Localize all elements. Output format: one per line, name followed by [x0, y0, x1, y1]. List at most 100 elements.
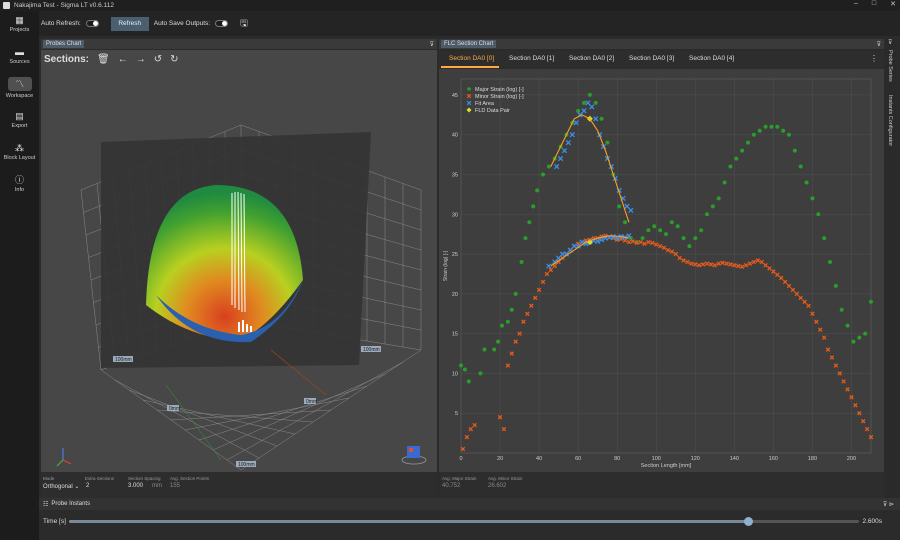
- maximize-button[interactable]: □: [872, 0, 876, 8]
- probes-3d-scene: 100mm 100mm 0mm 0mm 100mm: [56, 124, 427, 471]
- x-tick-label: 180: [808, 456, 817, 462]
- auto-refresh-toggle[interactable]: [85, 20, 99, 27]
- major-strain-point: [734, 156, 739, 161]
- major-strain-point: [541, 172, 545, 177]
- panel-menu-icon[interactable]: ⊽: [877, 41, 881, 48]
- major-strain-point: [716, 196, 721, 201]
- folder-icon: ▬: [15, 47, 24, 57]
- tab-probe-series[interactable]: Probe Series: [887, 50, 893, 82]
- block-layout-icon: ⁂: [15, 143, 24, 153]
- projects-icon: ▦: [15, 15, 24, 25]
- nav-sources[interactable]: ▬ Sources: [0, 47, 39, 65]
- plot-area: [460, 78, 872, 454]
- major-strain-point: [492, 347, 497, 352]
- major-strain-point: [466, 379, 471, 384]
- title-bar: Nakajima Test - Sigma LT v0.6.112 – □ ✕: [0, 0, 900, 11]
- flc-chart-svg: 0 20 40 60 80 100 120 140 160 180 200 5 10 15 20 25 30 35…: [443, 78, 874, 469]
- info-icon: ⓘ: [14, 175, 24, 185]
- major-strain-point: [459, 363, 463, 368]
- x-tick-label: 120: [691, 456, 700, 462]
- auto-save-toggle[interactable]: [215, 20, 229, 27]
- x-tick-label: 20: [497, 456, 503, 462]
- major-strain-point: [593, 100, 598, 105]
- major-strain-point: [652, 224, 657, 229]
- flc-chart[interactable]: 0 20 40 60 80 100 120 140 160 180 200 5 10 15 20 25 30 35…: [439, 69, 884, 472]
- tab-section-1[interactable]: Section DA0 [1]: [509, 55, 554, 62]
- refresh-button[interactable]: Refresh: [110, 16, 149, 31]
- legend-label: Major Strain (log) [-]: [475, 87, 524, 93]
- axis-tag-c: 0mm: [169, 406, 180, 412]
- major-strain-point: [505, 319, 510, 324]
- time-slider[interactable]: [69, 517, 859, 526]
- major-strain-point: [705, 212, 709, 217]
- probes-panel-title: Probes Chart: [43, 40, 85, 48]
- save-settings-icon[interactable]: 🖫: [240, 16, 248, 32]
- major-strain-point: [763, 124, 768, 129]
- major-strain-point: [519, 260, 524, 265]
- major-strain-point: [576, 108, 581, 113]
- major-strain-point: [810, 196, 815, 201]
- major-strain-point: [740, 148, 745, 153]
- mode-value: Orthogonal: [43, 484, 73, 490]
- tab-section-4[interactable]: Section DA0 [4]: [689, 55, 734, 62]
- section-spacing-input[interactable]: 3.000: [128, 483, 143, 489]
- nav-block-layout[interactable]: ⁂ Block Layout: [0, 143, 39, 161]
- major-strain-point: [681, 236, 686, 241]
- major-strain-point: [617, 204, 622, 209]
- nav-workspace[interactable]: 〽 Workspace: [0, 77, 39, 99]
- y-tick-label: 35: [452, 172, 458, 178]
- axis-tag-a: 100mm: [115, 357, 132, 363]
- nav-label: Workspace: [5, 93, 34, 99]
- time-slider-handle[interactable]: [744, 517, 754, 526]
- avg-major-value: 40.752: [442, 483, 461, 489]
- pin-icon[interactable]: ⊽: [888, 39, 892, 46]
- major-strain-point: [851, 339, 856, 344]
- tab-section-0[interactable]: Section DA0 [0]: [449, 55, 494, 62]
- tab-section-3[interactable]: Section DA0 [3]: [629, 55, 674, 62]
- nav-info[interactable]: ⓘ Info: [0, 175, 39, 193]
- y-tick-label: 15: [452, 332, 458, 338]
- avg-points-value: 155: [170, 483, 181, 489]
- view-cube-icon[interactable]: [401, 446, 427, 465]
- nav-label: Info: [14, 187, 25, 193]
- minimize-button[interactable]: –: [854, 0, 858, 8]
- major-strain-point: [587, 92, 592, 97]
- nav-label: Block Layout: [3, 155, 36, 161]
- nav-projects[interactable]: ▦ Projects: [0, 15, 39, 33]
- major-strain-point: [792, 148, 797, 153]
- major-strain-point: [804, 180, 809, 185]
- axis-tag-d: 0mm: [306, 399, 317, 405]
- major-strain-point: [839, 307, 844, 312]
- active-tab-indicator: [441, 66, 499, 68]
- probes-panel-header: Probes Chart ⊽: [41, 39, 437, 49]
- window-title: Nakajima Test - Sigma LT v0.6.112: [14, 2, 114, 9]
- legend-label: Fit Area: [475, 101, 495, 107]
- time-slider-fill: [69, 520, 749, 523]
- nav-label: Export: [11, 123, 28, 129]
- y-tick-label: 5: [455, 411, 458, 417]
- tab-section-2[interactable]: Section DA0 [2]: [569, 55, 614, 62]
- axis-tag-e: 100mm: [238, 462, 255, 468]
- nav-export[interactable]: ▤ Export: [0, 111, 39, 129]
- sidebar: ▦ Projects ▬ Sources 〽 Workspace ▤ Expor…: [0, 11, 39, 540]
- y-tick-label: 40: [452, 133, 458, 139]
- panel-menu-icon[interactable]: ⊽: [430, 41, 434, 48]
- avg-major-label: Avg. Major Strain: [442, 476, 477, 481]
- tab-instants-configurator[interactable]: Instants Configurator: [887, 95, 893, 146]
- x-tick-label: 160: [769, 456, 778, 462]
- time-value: 2.600s: [862, 518, 882, 525]
- pin-icon[interactable]: ⊽ ⊳: [883, 501, 894, 508]
- more-options-icon[interactable]: ⋮: [870, 54, 878, 63]
- major-strain-point: [546, 164, 551, 169]
- x-tick-label: 100: [652, 456, 661, 462]
- major-strain-point: [664, 232, 668, 237]
- close-button[interactable]: ✕: [890, 0, 896, 8]
- auto-refresh-label: Auto Refresh:: [41, 20, 81, 27]
- mode-label: Mode: [43, 476, 55, 481]
- flc-panel-header: FLC Section Chart ⊽: [439, 39, 884, 49]
- probes-3d-chart[interactable]: Sections: 🗑 ← → ↺ ↻ 100mm 100mm 0mm 0mm …: [41, 50, 437, 472]
- extra-sections-input[interactable]: 2: [86, 483, 89, 489]
- mode-select[interactable]: Orthogonal ⌄: [43, 483, 79, 490]
- major-strain-point: [693, 236, 698, 241]
- major-strain-point: [646, 228, 651, 233]
